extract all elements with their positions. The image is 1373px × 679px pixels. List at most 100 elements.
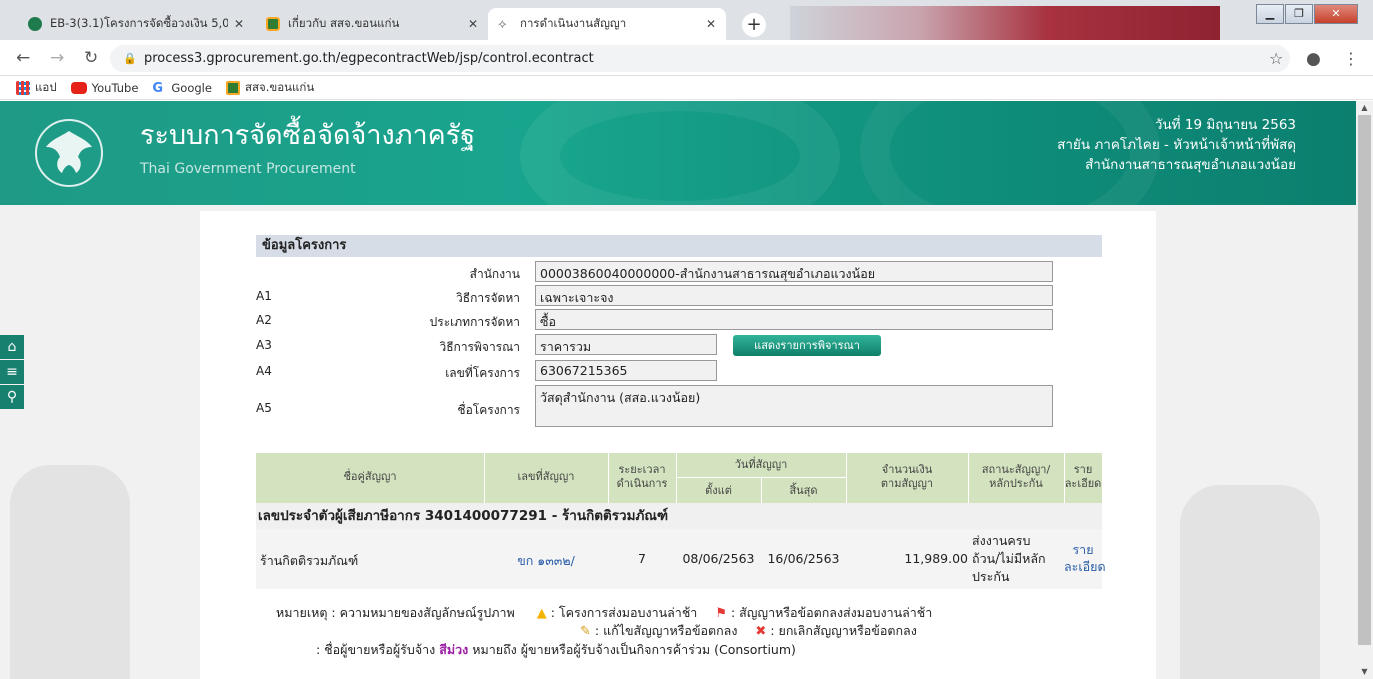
- profile-icon[interactable]: ●: [1306, 49, 1321, 69]
- procurement-method-field: เฉพาะเจาะจง: [535, 285, 1053, 306]
- col-contract-no: เลขที่สัญญา: [517, 470, 575, 483]
- menu-icon[interactable]: ≡: [0, 360, 24, 384]
- project-number-field: 63067215365: [535, 360, 717, 381]
- new-tab-button[interactable]: +: [742, 13, 766, 37]
- bookmark-apps[interactable]: แอป: [16, 79, 57, 97]
- evaluation-method-field: ราคารวม: [535, 334, 717, 355]
- legend-line-1: หมายเหตุ : ความหมายของสัญลักษณ์รูปภาพ ▲ …: [276, 603, 932, 623]
- scroll-thumb[interactable]: [1358, 115, 1371, 645]
- detail-link-line2: ละเอียด: [1064, 559, 1106, 574]
- field-row-a3: A3 วิธีการพิจารณา ราคารวม: [256, 334, 1102, 356]
- red-flag-icon: ⚑: [715, 606, 727, 621]
- procurement-type-field: ซื้อ: [535, 309, 1053, 330]
- col-amount: จำนวนเงิน ตามสัญญา: [846, 463, 968, 491]
- field-code: A3: [256, 338, 272, 352]
- bookmark-label: แอป: [35, 79, 57, 94]
- col-status-line2: หลักประกัน: [989, 477, 1043, 490]
- project-name-textarea: วัสดุสำนักงาน (สสอ.แวงน้อย): [535, 385, 1053, 427]
- pencil-icon: ✎: [580, 624, 591, 639]
- menu-kebab-icon[interactable]: ⋮: [1343, 49, 1359, 68]
- col-duration-line2: ดำเนินการ: [616, 477, 668, 490]
- legend-late-project: : โครงการส่งมอบงานล่าช้า: [550, 605, 698, 620]
- warning-triangle-icon: ▲: [536, 606, 547, 621]
- legend-consortium-pre: : ชื่อผู้ขายหรือผู้รับจ้าง: [316, 642, 436, 657]
- table-row: ร้านกิตติรวมภัณฑ์ ขก ๑๓๓๒/ 7 08/06/2563 …: [256, 529, 1106, 589]
- col-amount-line2: ตามสัญญา: [880, 477, 934, 490]
- site-banner: ระบบการจัดซื้อจัดจ้างภาครัฐ Thai Governm…: [0, 101, 1356, 205]
- tab-title: การดำเนินงานสัญญา: [520, 16, 627, 30]
- col-status-line1: สถานะสัญญา/: [981, 463, 1051, 476]
- field-row-office: สำนักงาน 00003860040000000-สำนักงานสาธาร…: [256, 261, 1102, 283]
- show-criteria-button[interactable]: แสดงรายการพิจารณา: [733, 335, 881, 356]
- maximize-button[interactable]: ❐: [1285, 4, 1313, 24]
- duration-value: 7: [638, 551, 646, 566]
- col-contract-date: วันที่สัญญา: [734, 458, 788, 471]
- tab-close-icon[interactable]: ✕: [234, 17, 244, 31]
- tab-close-icon[interactable]: ✕: [468, 17, 478, 31]
- page-scrollbar[interactable]: ▲ ▼: [1356, 101, 1373, 679]
- bookmark-label: YouTube: [91, 80, 139, 95]
- system-subtitle: Thai Government Procurement: [140, 161, 356, 177]
- detail-link[interactable]: ราย ละเอียด: [1064, 541, 1106, 575]
- ssj-icon: [225, 80, 240, 95]
- url-field[interactable]: 🔒 process3.gprocurement.go.th/egpecontra…: [110, 45, 1290, 72]
- start-date: 08/06/2563: [682, 551, 755, 566]
- ssj-favicon-icon: [266, 17, 280, 31]
- col-duration: ระยะเวลา ดำเนินการ: [608, 463, 676, 491]
- status-line: ถ้วน/ไม่มีหลัก: [972, 551, 1046, 566]
- contract-number-link[interactable]: ขก ๑๓๓๒/: [484, 551, 608, 571]
- party-name: ร้านกิตติรวมภัณฑ์: [260, 553, 359, 568]
- field-label: วิธีการพิจารณา: [439, 340, 520, 354]
- tab-eb3[interactable]: EB-3(3.1)โครงการจัดซื้อวงเงิน 5,00 ✕: [18, 8, 254, 40]
- tab-close-icon[interactable]: ✕: [706, 17, 716, 31]
- globe-favicon-icon: [28, 17, 42, 31]
- search-icon[interactable]: ⚲: [0, 385, 24, 409]
- col-duration-line1: ระยะเวลา: [618, 463, 666, 476]
- user-name-role: สายัน ภาคโภไคย - หัวหน้าเจ้าหน้าที่พัสดุ: [1057, 137, 1296, 153]
- bookmark-star-icon[interactable]: ☆: [1269, 49, 1283, 68]
- reload-icon[interactable]: ↻: [84, 48, 98, 68]
- page-viewport: ระบบการจัดซื้อจัดจ้างภาครัฐ Thai Governm…: [0, 101, 1356, 679]
- field-row-a1: A1 วิธีการจัดหา เฉพาะเจาะจง: [256, 285, 1102, 307]
- home-icon[interactable]: ⌂: [0, 335, 24, 359]
- field-code: A5: [256, 401, 272, 415]
- legend-purple-word: สีม่วง: [439, 642, 469, 657]
- lock-icon: 🔒: [123, 52, 137, 65]
- legend-line-3: : ชื่อผู้ขายหรือผู้รับจ้าง สีม่วง หมายถึ…: [316, 640, 796, 660]
- bookmark-ssj[interactable]: สสจ.ขอนแก่น: [225, 79, 314, 97]
- window-close-button[interactable]: ✕: [1314, 4, 1358, 24]
- field-code: A2: [256, 313, 272, 327]
- bookmark-google[interactable]: G Google: [152, 80, 212, 96]
- legend-prefix: หมายเหตุ : ความหมายของสัญลักษณ์รูปภาพ: [276, 605, 515, 620]
- col-to: สิ้นสุด: [789, 484, 818, 497]
- status-line: ประกัน: [972, 569, 1010, 584]
- field-code: A1: [256, 289, 272, 303]
- side-toolbar: ⌂ ≡ ⚲: [0, 335, 24, 410]
- google-icon: G: [152, 80, 164, 96]
- forward-arrow-icon[interactable]: →: [50, 48, 64, 68]
- address-bar-row: ← → ↻ 🔒 process3.gprocurement.go.th/egpe…: [0, 40, 1373, 76]
- office-field: 00003860040000000-สำนักงานสาธารณสุขอำเภอ…: [535, 261, 1053, 282]
- tab-about-ssj[interactable]: เกี่ยวกับ สสจ.ขอนแก่น ✕: [256, 8, 488, 40]
- field-row-a5: A5 ชื่อโครงการ วัสดุสำนักงาน (สสอ.แวงน้อ…: [256, 385, 1102, 427]
- tab-title: EB-3(3.1)โครงการจัดซื้อวงเงิน 5,00: [50, 16, 228, 30]
- col-amount-line1: จำนวนเงิน: [881, 463, 933, 476]
- contract-status: ส่งงานครบ ถ้วน/ไม่มีหลัก ประกัน: [972, 532, 1046, 586]
- scroll-down-arrow-icon[interactable]: ▼: [1356, 665, 1373, 679]
- legend-consortium-post: หมายถึง ผู้ขายหรือผู้รับจ้างเป็นกิจการค้…: [472, 642, 796, 657]
- col-detail-line1: ราย: [1073, 463, 1093, 476]
- bookmark-youtube[interactable]: YouTube: [70, 80, 139, 95]
- col-party: ชื่อคู่สัญญา: [343, 470, 397, 483]
- minimize-button[interactable]: ▁: [1256, 4, 1284, 24]
- youtube-icon: [70, 81, 87, 94]
- col-detail-line2: ละเอียด: [1064, 477, 1102, 490]
- scroll-up-arrow-icon[interactable]: ▲: [1356, 101, 1373, 115]
- apps-grid-icon: [16, 80, 30, 95]
- banner-ornament: [520, 101, 840, 205]
- status-line: ส่งงานครบ: [972, 533, 1031, 548]
- legend-line-2: ✎ : แก้ไขสัญญาหรือข้อตกลง ✖ : ยกเลิกสัญญ…: [580, 621, 917, 641]
- back-arrow-icon[interactable]: ←: [16, 48, 30, 68]
- field-label: สำนักงาน: [469, 267, 520, 281]
- table-header: ชื่อคู่สัญญา เลขที่สัญญา ระยะเวลา ดำเนิน…: [256, 453, 1102, 503]
- tab-contract-ops[interactable]: ⟡ การดำเนินงานสัญญา ✕: [488, 8, 726, 40]
